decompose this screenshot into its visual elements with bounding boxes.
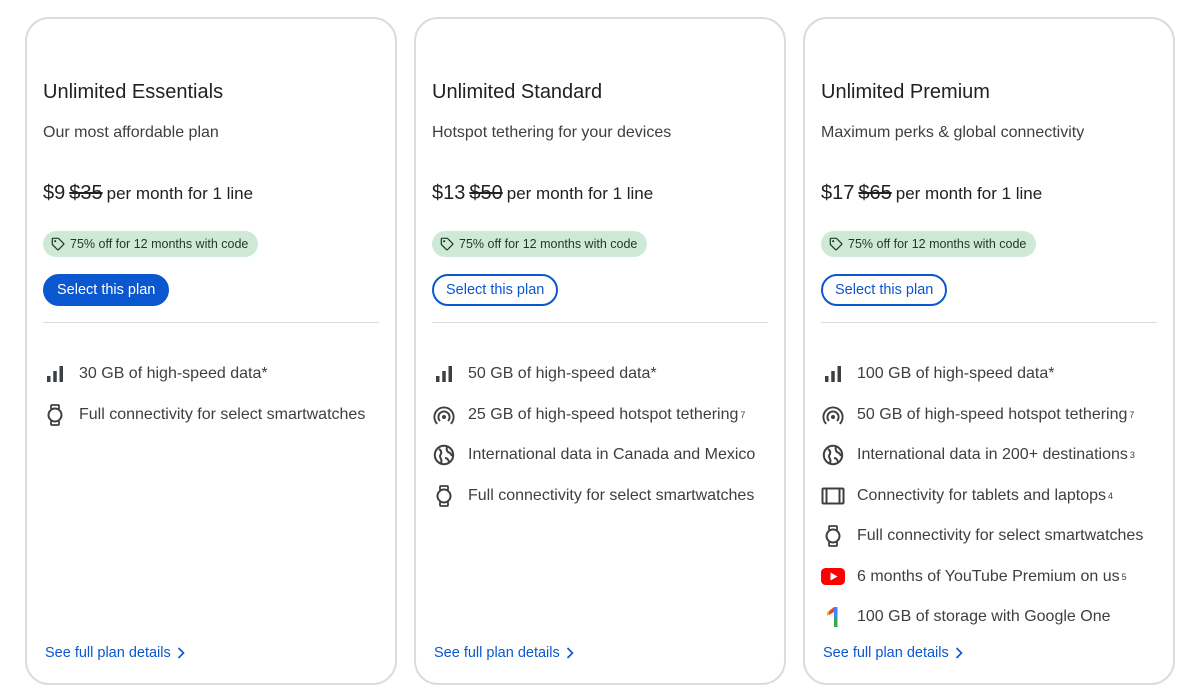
price-period: per month for 1 line — [506, 184, 654, 203]
feature-text: Full connectivity for select smartwatche… — [79, 405, 366, 423]
chevron-right-icon — [177, 647, 185, 659]
original-price: $50 — [469, 182, 503, 204]
plan-description: Maximum perks & global connectivity — [821, 124, 1085, 141]
select-plan-button[interactable]: Select this plan — [432, 274, 559, 306]
details-link-label: See full plan details — [823, 645, 949, 661]
tag-icon — [51, 237, 65, 251]
smartwatch-icon — [43, 403, 67, 427]
feature-item: Connectivity for tablets and laptops 4 — [821, 476, 1157, 517]
current-price: $13 — [432, 182, 466, 204]
feature-item: International data in 200+ destinations … — [821, 435, 1157, 476]
price-period: per month for 1 line — [106, 184, 254, 203]
feature-item: 100 GB of storage with Google One — [821, 597, 1157, 638]
divider — [43, 322, 379, 323]
price-period: per month for 1 line — [895, 184, 1043, 203]
plan-card: Unlimited Standard Hotspot tethering for… — [414, 17, 786, 685]
plan-name: Unlimited Premium — [821, 81, 990, 103]
current-price: $17 — [821, 182, 855, 204]
promo-text: 75% off for 12 months with code — [459, 237, 638, 251]
globe-icon — [821, 443, 845, 467]
chevron-right-icon — [566, 647, 574, 659]
feature-item: Full connectivity for select smartwatche… — [43, 395, 379, 436]
footnote-marker: 7 — [740, 409, 746, 420]
promo-text: 75% off for 12 months with code — [70, 237, 249, 251]
select-plan-button[interactable]: Select this plan — [821, 274, 948, 306]
feature-text: 50 GB of high-speed hotspot tethering — [857, 405, 1128, 423]
feature-text: International data in Canada and Mexico — [468, 446, 756, 464]
chevron-right-icon — [955, 647, 963, 659]
see-full-plan-details-link[interactable]: See full plan details — [434, 645, 574, 661]
tag-icon — [829, 237, 843, 251]
feature-text: 50 GB of high-speed data* — [468, 365, 657, 383]
feature-item: 25 GB of high-speed hotspot tethering 7 — [432, 395, 768, 436]
original-price: $65 — [858, 182, 892, 204]
feature-item: International data in Canada and Mexico — [432, 435, 768, 476]
feature-text: International data in 200+ destinations — [857, 446, 1128, 464]
select-plan-button[interactable]: Select this plan — [43, 274, 170, 306]
signal-bars-icon — [432, 362, 456, 386]
smartwatch-icon — [432, 484, 456, 508]
feature-item: 6 months of YouTube Premium on us 5 — [821, 557, 1157, 598]
tag-icon — [440, 237, 454, 251]
feature-list: 30 GB of high-speed data* Full connectiv… — [43, 354, 379, 435]
footnote-marker: 3 — [1129, 450, 1135, 461]
feature-text: Connectivity for tablets and laptops — [857, 486, 1107, 504]
feature-text: 100 GB of high-speed data* — [857, 365, 1055, 383]
hotspot-icon — [821, 403, 845, 427]
promo-badge: 75% off for 12 months with code — [43, 231, 259, 257]
feature-item: Full connectivity for select smartwatche… — [821, 516, 1157, 557]
plan-description: Hotspot tethering for your devices — [432, 124, 672, 141]
plan-card: Unlimited Essentials Our most affordable… — [25, 17, 397, 685]
feature-text: 30 GB of high-speed data* — [79, 365, 268, 383]
signal-bars-icon — [43, 362, 67, 386]
feature-item: 30 GB of high-speed data* — [43, 354, 379, 395]
feature-list: 50 GB of high-speed data* 25 GB of high-… — [432, 354, 768, 516]
feature-text: Full connectivity for select smartwatche… — [468, 486, 755, 504]
plan-card: Unlimited Premium Maximum perks & global… — [803, 17, 1175, 685]
plan-description: Our most affordable plan — [43, 124, 219, 141]
promo-text: 75% off for 12 months with code — [848, 237, 1027, 251]
details-link-label: See full plan details — [45, 645, 171, 661]
tablet-laptop-icon — [821, 484, 845, 508]
globe-icon — [432, 443, 456, 467]
see-full-plan-details-link[interactable]: See full plan details — [45, 645, 185, 661]
feature-text: 6 months of YouTube Premium on us — [857, 567, 1120, 585]
feature-text: Full connectivity for select smartwatche… — [857, 527, 1144, 545]
footnote-marker: 4 — [1108, 490, 1114, 501]
divider — [432, 322, 768, 323]
signal-bars-icon — [821, 362, 845, 386]
feature-text: 25 GB of high-speed hotspot tethering — [468, 405, 739, 423]
promo-badge: 75% off for 12 months with code — [821, 231, 1037, 257]
details-link-label: See full plan details — [434, 645, 560, 661]
youtube-icon — [821, 565, 845, 589]
google-one-icon — [821, 605, 845, 629]
divider — [821, 322, 1157, 323]
promo-badge: 75% off for 12 months with code — [432, 231, 648, 257]
smartwatch-icon — [821, 524, 845, 548]
feature-item: 50 GB of high-speed data* — [432, 354, 768, 395]
footnote-marker: 5 — [1121, 571, 1127, 582]
feature-item: Full connectivity for select smartwatche… — [432, 476, 768, 517]
current-price: $9 — [43, 182, 66, 204]
feature-text: 100 GB of storage with Google One — [857, 608, 1111, 626]
price-row: $9 $35 per month for 1 line — [43, 182, 253, 205]
price-row: $17 $65 per month for 1 line — [821, 182, 1042, 205]
original-price: $35 — [69, 182, 103, 204]
footnote-marker: 7 — [1129, 409, 1135, 420]
price-row: $13 $50 per month for 1 line — [432, 182, 653, 205]
see-full-plan-details-link[interactable]: See full plan details — [823, 645, 963, 661]
feature-item: 100 GB of high-speed data* — [821, 354, 1157, 395]
feature-item: 50 GB of high-speed hotspot tethering 7 — [821, 395, 1157, 436]
plan-name: Unlimited Essentials — [43, 81, 224, 103]
feature-list: 100 GB of high-speed data* 50 GB of high… — [821, 354, 1157, 638]
plan-name: Unlimited Standard — [432, 81, 603, 103]
hotspot-icon — [432, 403, 456, 427]
